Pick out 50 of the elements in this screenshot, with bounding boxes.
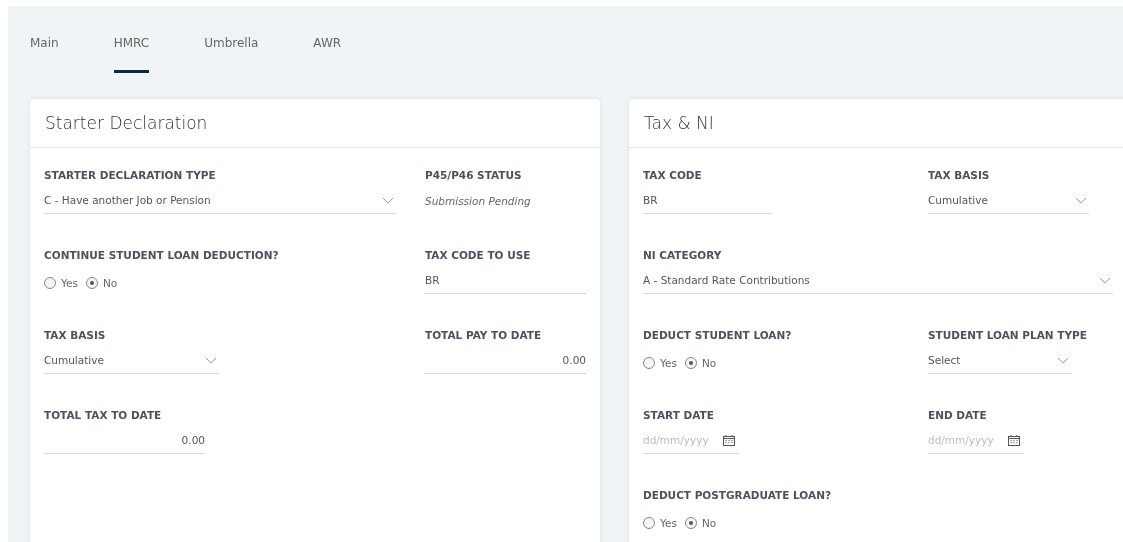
- radio-label[interactable]: No: [701, 357, 717, 369]
- calendar-icon[interactable]: [1007, 434, 1020, 446]
- select-field[interactable]: Cumulative: [44, 350, 219, 374]
- field-label: TAX BASIS: [928, 169, 991, 183]
- radio-button[interactable]: [684, 357, 697, 369]
- field-label: NI CATEGORY: [643, 249, 723, 263]
- field-label: P45/P46 STATUS: [425, 169, 523, 183]
- field-label: TAX CODE TO USE: [425, 249, 532, 263]
- tab[interactable]: Main: [30, 31, 59, 73]
- tab[interactable]: Umbrella: [204, 31, 259, 73]
- chevron-down-icon: [1075, 196, 1087, 204]
- radio-label[interactable]: No: [102, 277, 118, 289]
- radio-button[interactable]: [85, 277, 98, 289]
- chevron-down-icon: [1057, 356, 1069, 364]
- radio-label[interactable]: Yes: [61, 277, 78, 289]
- input-field[interactable]: BR: [425, 270, 586, 294]
- select-field[interactable]: Select: [928, 350, 1071, 374]
- select-field[interactable]: C - Have another Job or Pension: [44, 190, 396, 214]
- tab[interactable]: HMRC: [113, 31, 150, 73]
- calendar-icon[interactable]: [722, 434, 735, 446]
- radio-button[interactable]: [643, 517, 655, 529]
- field-label: TOTAL PAY TO DATE: [425, 329, 543, 343]
- select-field[interactable]: A - Standard Rate Contributions: [643, 270, 1113, 294]
- radio-label[interactable]: Yes: [660, 517, 677, 529]
- field-label: STARTER DECLARATION TYPE: [44, 169, 217, 183]
- tab[interactable]: AWR: [313, 31, 342, 73]
- field-label: CONTINUE STUDENT LOAN DEDUCTION?: [44, 249, 280, 263]
- radio-button[interactable]: [44, 277, 56, 289]
- card-title: Tax & NI: [629, 99, 1123, 148]
- radio-label[interactable]: Yes: [660, 357, 677, 369]
- input-field[interactable]: 0.00: [425, 350, 586, 374]
- radio-label[interactable]: No: [701, 517, 717, 529]
- input-field[interactable]: BR: [643, 190, 772, 214]
- radio-button[interactable]: [643, 357, 655, 369]
- radio-button[interactable]: [684, 517, 697, 529]
- field-label: TOTAL TAX TO DATE: [44, 409, 163, 423]
- status-text: Submission Pending: [425, 195, 531, 207]
- field-label: START DATE: [643, 409, 715, 423]
- field-label: TAX CODE: [643, 169, 703, 183]
- field-label: STUDENT LOAN PLAN TYPE: [928, 329, 1087, 343]
- select-field[interactable]: Cumulative: [928, 190, 1089, 214]
- card-title: Starter Declaration: [30, 99, 600, 148]
- chevron-down-icon: [1099, 276, 1111, 284]
- chevron-down-icon: [205, 356, 217, 364]
- input-field[interactable]: 0.00: [44, 430, 205, 454]
- field-label: TAX BASIS: [44, 329, 107, 343]
- field-label: DEDUCT POSTGRADUATE LOAN?: [643, 489, 832, 503]
- field-label: END DATE: [928, 409, 988, 423]
- field-label: DEDUCT STUDENT LOAN?: [643, 329, 793, 343]
- chevron-down-icon: [382, 196, 394, 204]
